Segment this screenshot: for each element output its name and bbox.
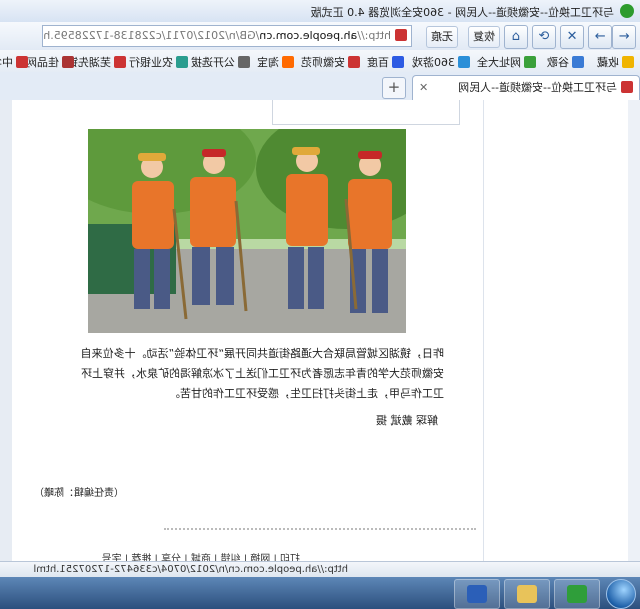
page-icon <box>114 56 126 68</box>
bookmark-item[interactable]: 360游戏 <box>412 54 470 70</box>
taskbar <box>0 577 640 609</box>
bookmark-item[interactable]: 安徽师范 <box>301 54 360 70</box>
forward-arrow-icon: → <box>594 29 606 44</box>
mirrored-screen: 与环卫工换位--安徽频道--人民网 - 360安全浏览器 4.0 正式版 ← →… <box>0 0 640 609</box>
incognito-menu-button[interactable]: 无痕 <box>426 26 458 48</box>
url-path: /GB/n/2012/0711/c228138-17228595.html <box>42 29 260 42</box>
bookmark-item[interactable]: 收藏 <box>597 54 634 70</box>
page-viewport: 昨日，镜湖区城管局联合大通路街道共同开展“环卫体验”活动。十多位来自安徽师范大学… <box>0 100 640 561</box>
window-titlebar: 与环卫工换位--安徽频道--人民网 - 360安全浏览器 4.0 正式版 <box>0 0 640 23</box>
page-margin-left <box>628 100 640 561</box>
tab-active[interactable]: 与环卫工换位--安徽频道--人民网 ✕ <box>412 75 640 100</box>
taskbar-360-browser-button[interactable] <box>554 579 600 609</box>
photo-credit: 解琛 戴斌 摄 <box>376 414 438 427</box>
volunteers-sweeping-photo <box>88 129 406 333</box>
status-url: http://ah.people.com.cn/n/2012/0704/c336… <box>33 564 348 575</box>
taskbar-explorer-button[interactable] <box>504 579 550 609</box>
tab-strip: 与环卫工换位--安徽频道--人民网 ✕ + <box>0 72 640 101</box>
page-margin-right <box>0 100 12 561</box>
browser-icon <box>567 585 587 603</box>
site-favicon-icon <box>395 29 407 41</box>
related-box <box>272 100 460 125</box>
url-domain: ah.people.com.cn <box>259 29 358 42</box>
page-icon <box>348 56 360 68</box>
refresh-icon: ⟳ <box>538 29 550 44</box>
star-icon <box>622 56 634 68</box>
bookmarks-bar: 收藏 谷歌 网址大全 360游戏 百度 安徽师范 淘宝 公开选拔 农业银行 芜湖… <box>0 50 640 73</box>
content-divider <box>164 528 476 530</box>
bookmark-item[interactable]: 淘宝 <box>257 54 294 70</box>
address-bar[interactable]: http://ah.people.com.cn/GB/n/2012/0711/c… <box>42 25 412 47</box>
page-icon <box>62 56 74 68</box>
article-tools-row[interactable]: 打印 | 网摘 | 纠错 | 商城 | 分享 | 推荐 | 字号 <box>102 550 300 561</box>
globe-icon <box>524 56 536 68</box>
home-button[interactable]: ⌂ <box>504 25 528 49</box>
page-icon <box>238 56 250 68</box>
back-arrow-icon: ← <box>618 29 630 44</box>
article-photo <box>88 129 406 333</box>
responsible-editor: （责任编辑：陈曦） <box>34 488 124 499</box>
stop-button[interactable]: ✕ <box>560 25 584 49</box>
close-icon: ✕ <box>566 29 578 44</box>
bookmark-item[interactable]: 佳品网 <box>26 54 74 70</box>
bookmark-item[interactable]: 农业银行 <box>129 54 188 70</box>
refresh-button[interactable]: ⟳ <box>532 25 556 49</box>
window-title: 与环卫工换位--安徽频道--人民网 - 360安全浏览器 4.0 正式版 <box>310 6 614 19</box>
forward-button[interactable]: → <box>588 25 612 49</box>
site-favicon-icon <box>621 81 633 93</box>
browser-logo-icon <box>620 4 634 18</box>
bookmark-item[interactable]: 公开选拔 <box>191 54 250 70</box>
back-button[interactable]: ← <box>612 25 636 49</box>
taobao-icon <box>282 56 294 68</box>
tab-close-icon[interactable]: ✕ <box>419 76 428 99</box>
status-bar: http://ah.people.com.cn/n/2012/0704/c336… <box>0 561 640 578</box>
paw-icon <box>392 56 404 68</box>
new-tab-button[interactable]: + <box>382 77 406 99</box>
windows-start-button[interactable] <box>606 579 636 609</box>
bookmark-item[interactable]: 中华 <box>0 54 28 70</box>
bookmark-item[interactable]: 百度 <box>367 54 404 70</box>
taskbar-word-button[interactable] <box>454 579 500 609</box>
tab-label: 与环卫工换位--安徽频道--人民网 <box>458 81 617 94</box>
google-icon <box>572 56 584 68</box>
folder-icon <box>517 585 537 603</box>
game-icon <box>458 56 470 68</box>
url-prefix: http:// <box>357 29 391 42</box>
bookmark-item[interactable]: 网址大全 <box>477 54 536 70</box>
home-icon: ⌂ <box>511 29 521 44</box>
bookmark-item[interactable]: 芜湖先锋 <box>67 54 126 70</box>
restore-menu-button[interactable]: 恢复 <box>468 26 500 48</box>
navigation-toolbar: ← → ✕ ⟳ ⌂ 恢复 无痕 http://ah.people.com.cn/… <box>0 22 640 51</box>
page-icon <box>16 56 28 68</box>
bookmark-item[interactable]: 谷歌 <box>547 54 584 70</box>
article-caption: 昨日，镜湖区城管局联合大通路街道共同开展“环卫体验”活动。十多位来自安徽师范大学… <box>80 347 444 400</box>
word-icon <box>467 585 487 603</box>
bank-icon <box>176 56 188 68</box>
